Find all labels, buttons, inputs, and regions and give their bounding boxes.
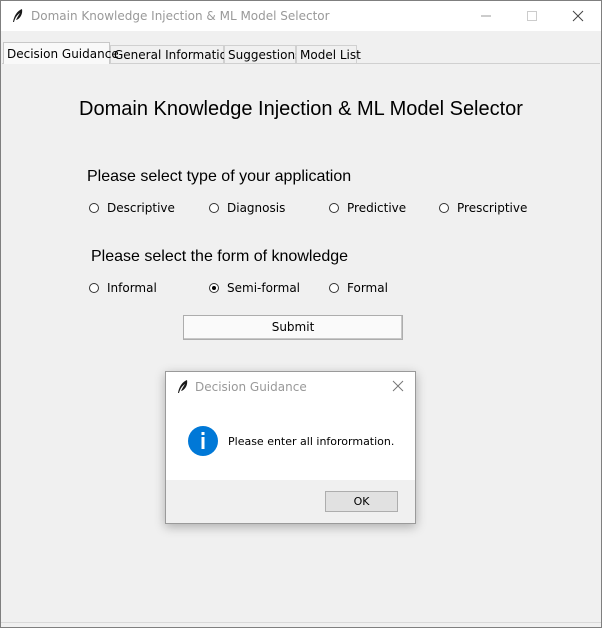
maximize-icon — [527, 11, 537, 21]
minimize-button[interactable] — [463, 1, 509, 31]
dialog-message: Please enter all inforormation. — [228, 435, 395, 448]
radio-indicator — [89, 203, 99, 213]
close-icon — [572, 10, 584, 22]
feather-icon — [178, 380, 188, 393]
radio-indicator — [209, 283, 219, 293]
feather-icon — [13, 9, 23, 22]
page-title: Domain Knowledge Injection & ML Model Se… — [79, 98, 523, 120]
tab-label: General Information — [114, 48, 235, 62]
tab-label: Decision Guidance — [7, 47, 119, 61]
tab-bar: Decision Guidance General Information Su… — [1, 42, 601, 64]
radio-informal[interactable]: Informal — [89, 280, 157, 296]
application-type-label: Please select type of your application — [87, 168, 352, 185]
tab-suggestions[interactable]: Suggestions — [224, 45, 301, 63]
radio-label: Informal — [107, 281, 157, 295]
close-button[interactable] — [555, 1, 601, 31]
radio-semi-formal[interactable]: Semi-formal — [209, 280, 300, 296]
tab-label: Model List — [300, 48, 361, 62]
dialog-footer: OK — [166, 480, 415, 523]
info-icon — [188, 426, 218, 456]
decision-guidance-panel: Domain Knowledge Injection & ML Model Se… — [2, 63, 600, 625]
radio-formal[interactable]: Formal — [329, 280, 388, 296]
radio-label: Semi-formal — [227, 281, 301, 295]
radio-predictive[interactable]: Predictive — [329, 200, 406, 216]
radio-label: Descriptive — [107, 201, 175, 215]
submit-button[interactable]: Submit — [183, 315, 403, 340]
tab-label: Suggestions — [228, 48, 302, 62]
tab-model-list[interactable]: Model List — [296, 45, 361, 63]
window-title: Domain Knowledge Injection & ML Model Se… — [31, 9, 330, 23]
radio-descriptive[interactable]: Descriptive — [89, 200, 175, 216]
radio-indicator — [439, 203, 449, 213]
main-window: Domain Knowledge Injection & ML Model Se… — [0, 0, 602, 628]
tab-general-information[interactable]: General Information — [110, 45, 235, 63]
radio-label: Predictive — [347, 201, 407, 215]
ok-button[interactable]: OK — [325, 491, 398, 512]
minimize-icon — [481, 15, 491, 17]
radio-diagnosis[interactable]: Diagnosis — [209, 200, 285, 216]
close-icon[interactable] — [390, 378, 406, 394]
radio-indicator — [89, 283, 99, 293]
radio-label: Prescriptive — [457, 201, 528, 215]
radio-label: Formal — [347, 281, 388, 295]
radio-indicator — [209, 203, 219, 213]
tab-decision-guidance[interactable]: Decision Guidance — [3, 42, 119, 64]
radio-prescriptive[interactable]: Prescriptive — [439, 200, 527, 216]
maximize-button[interactable] — [509, 1, 555, 31]
divider — [1, 622, 601, 623]
message-dialog: Decision Guidance Please enter all infor… — [165, 371, 416, 524]
radio-indicator — [329, 203, 339, 213]
radio-indicator — [329, 283, 339, 293]
dialog-title: Decision Guidance — [195, 380, 307, 394]
title-bar: Domain Knowledge Injection & ML Model Se… — [1, 1, 601, 31]
radio-label: Diagnosis — [227, 201, 286, 215]
knowledge-form-label: Please select the form of knowledge — [91, 248, 349, 265]
